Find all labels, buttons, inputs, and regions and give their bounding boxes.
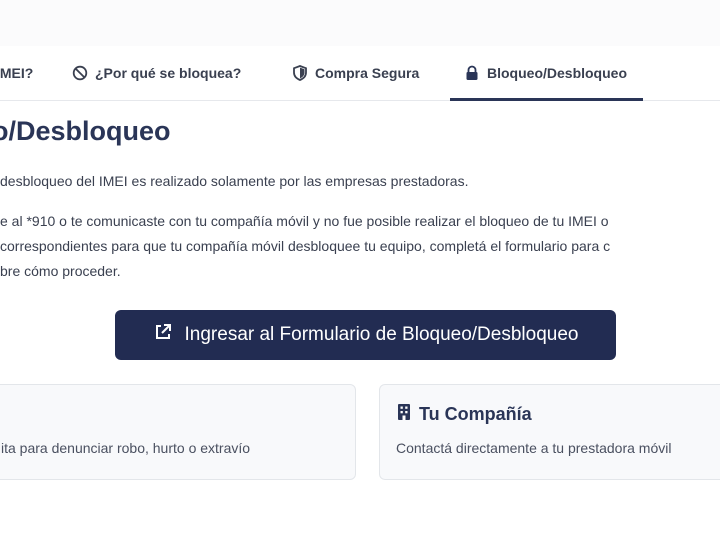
ban-icon <box>72 65 88 81</box>
instructions-line-1: e al *910 o te comunicaste con tu compañ… <box>0 213 609 229</box>
building-icon <box>396 403 419 426</box>
page-title: o/Desbloqueo <box>0 116 171 146</box>
card-denuncia-description: ita para denunciar robo, hurto o extraví… <box>1 440 251 456</box>
instructions-line-3: bre cómo proceder. <box>0 263 121 279</box>
form-link-button[interactable]: Ingresar al Formulario de Bloqueo/Desblo… <box>115 310 616 360</box>
card-tu-compania-label: Tu Compañía <box>419 404 532 424</box>
instructions-line-2: correspondientes para que tu compañía mó… <box>0 238 611 254</box>
tab-por-que-label: ¿Por qué se bloquea? <box>95 65 242 81</box>
shield-icon <box>292 65 308 81</box>
tab-bloqueo-label: Bloqueo/Desbloqueo <box>487 65 627 81</box>
card-tu-compania-title: Tu Compañía <box>396 403 532 426</box>
external-link-icon <box>153 322 185 348</box>
card-tu-compania-description: Contactá directamente a tu prestadora mó… <box>396 440 672 456</box>
top-strip <box>0 0 720 46</box>
card-tu-compania[interactable]: Tu Compañía Contactá directamente a tu p… <box>379 384 720 480</box>
tab-compra-segura-label: Compra Segura <box>315 65 420 81</box>
intro-paragraph: desbloqueo del IMEI es realizado solamen… <box>0 173 469 189</box>
tab-imei[interactable]: IMEI? <box>0 46 33 100</box>
card-denuncia[interactable]: ita para denunciar robo, hurto o extraví… <box>0 384 356 480</box>
tab-bar: IMEI? ¿Por qué se bloquea? Compra Segura… <box>0 46 720 101</box>
tab-imei-label: IMEI? <box>0 65 34 81</box>
tab-por-que-se-bloquea[interactable]: ¿Por qué se bloquea? <box>72 46 241 100</box>
tab-compra-segura[interactable]: Compra Segura <box>292 46 419 100</box>
tab-bloqueo-desbloqueo[interactable]: Bloqueo/Desbloqueo <box>450 46 643 101</box>
form-link-label: Ingresar al Formulario de Bloqueo/Desblo… <box>184 324 579 345</box>
lock-icon <box>464 65 480 81</box>
